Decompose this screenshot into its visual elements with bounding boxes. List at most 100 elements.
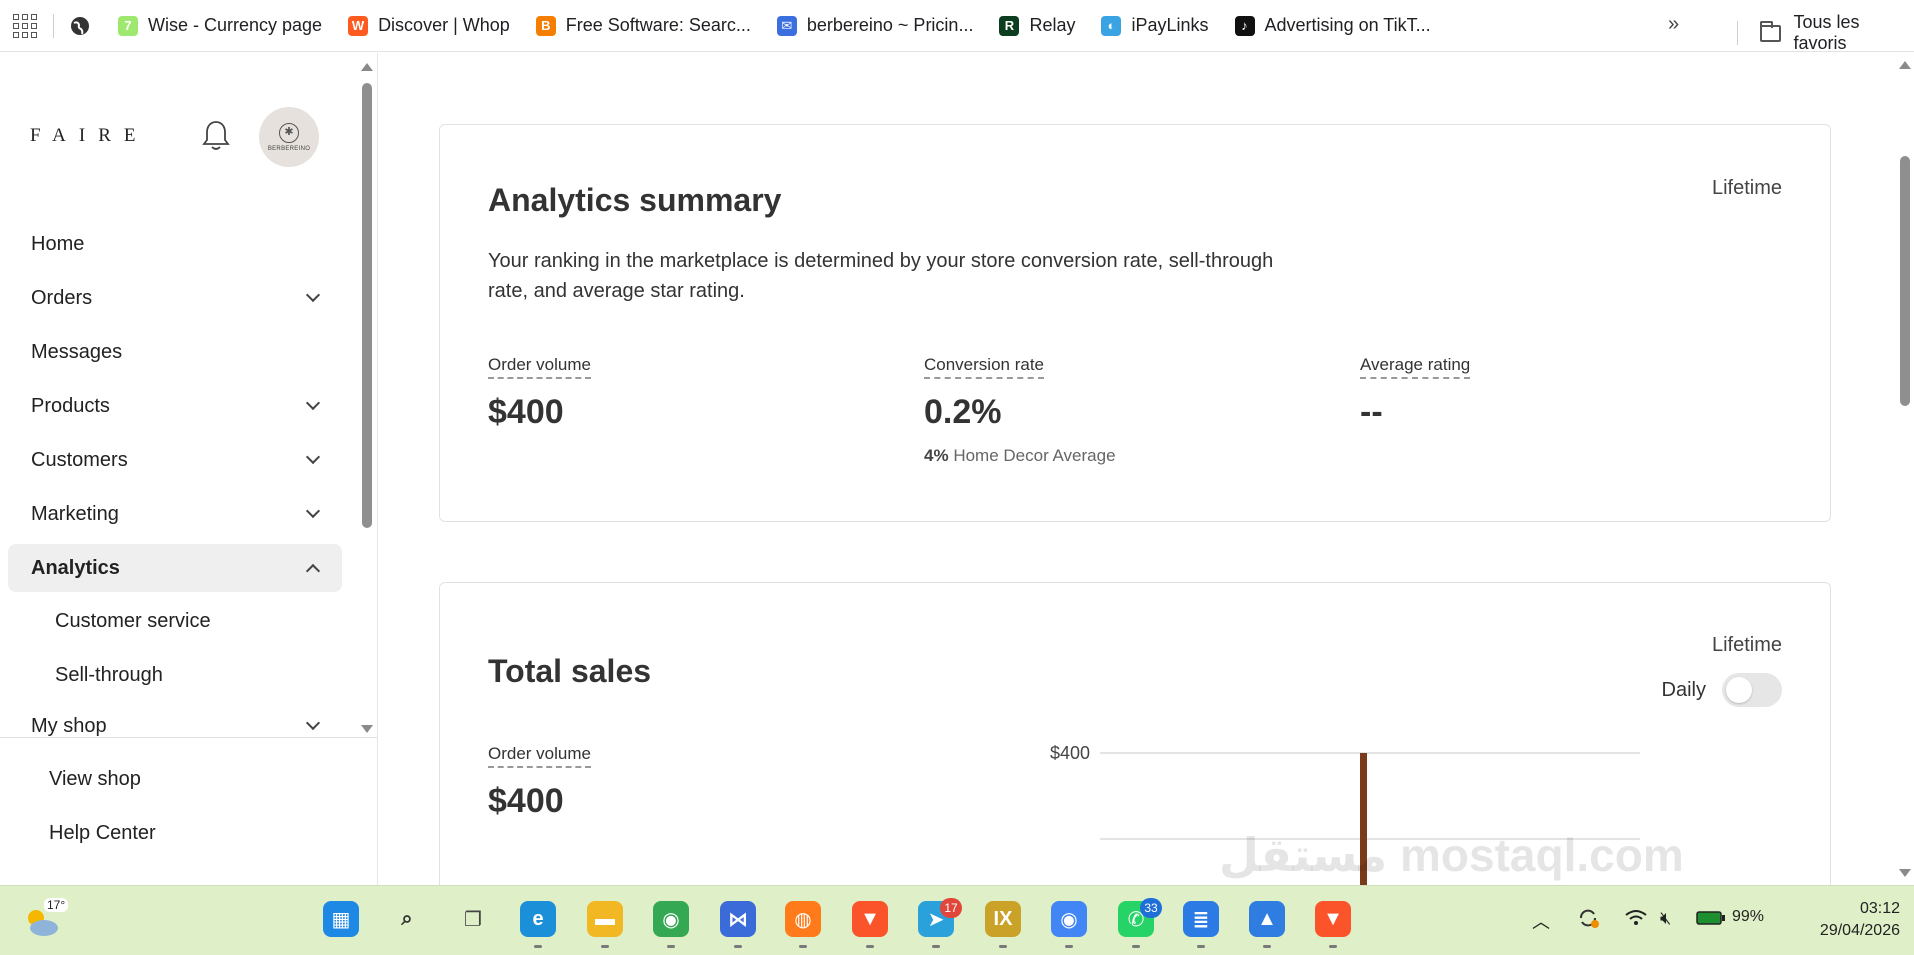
view-shop-link[interactable]: View shop [49,768,141,791]
sidebar-item-label: My shop [31,714,107,737]
all-bookmarks-button[interactable]: Tous les favoris [1737,12,1914,54]
running-indicator [734,945,742,948]
bookmark-label: Discover | Whop [378,15,510,35]
comparison-value: 4% [924,446,949,465]
sidebar-item-label: Home [31,232,85,255]
running-indicator [866,945,874,948]
task-view-icon[interactable]: ❐ [455,901,491,937]
sidebar-footer: View shop Help Center [0,737,378,888]
battery-icon[interactable] [1696,910,1726,926]
search-icon[interactable]: ⌕ [389,901,425,937]
avatar[interactable]: ✱ BERBEREINO [259,107,319,167]
bookmark-list: 7 Wise - Currency page W Discover | Whop B Fr… [118,15,1457,36]
bookmark-item[interactable]: 7 Wise - Currency page [118,15,322,36]
metric-comparison: 4% Home Decor Average [924,446,1344,466]
more-bookmarks-icon[interactable]: » [1668,13,1679,36]
running-indicator [1132,945,1140,948]
bookmark-item[interactable]: ◐ iPayLinks [1101,15,1209,36]
ix-browser-icon[interactable]: IX [985,901,1021,937]
sidebar-item-marketing[interactable]: Marketing [8,490,342,538]
main-scroll-thumb[interactable] [1900,156,1910,406]
running-indicator [1065,945,1073,948]
chrome-profile-icon[interactable]: ◉ [1051,901,1087,937]
chrome-icon[interactable]: ◉ [653,901,689,937]
brave-icon[interactable]: ▼ [852,901,888,937]
file-explorer-icon[interactable]: ▬ [587,901,623,937]
tiktok-icon: ♪ [1234,15,1255,36]
folder-icon [1759,20,1782,42]
sidebar-item-analytics[interactable]: Analytics [8,544,342,592]
bookmark-label: Wise - Currency page [148,15,323,35]
bookmark-label: iPayLinks [1131,15,1209,35]
chevron-down-icon [305,503,321,519]
sidebar-item-products[interactable]: Products [8,382,342,430]
mail-icon: ✉ [776,15,797,36]
bookmark-item[interactable]: R Relay [999,15,1075,36]
summary-description: Your ranking in the marketplace is deter… [488,250,1274,302]
sidebar-item-orders[interactable]: Orders [8,274,342,322]
sidebar-scrollbar[interactable] [359,53,375,733]
brave-alt-icon[interactable]: ▼ [1315,901,1351,937]
bookmark-item[interactable]: B Free Software: Searc... [535,15,751,36]
analytics-summary-card: Analytics summary Lifetime Your ranking … [439,124,1831,522]
sidebar-subitem-customer-service[interactable]: Customer service [55,610,211,633]
notification-bell-icon[interactable] [200,119,232,153]
faire-logo[interactable]: FAIRE [30,125,148,147]
clock-time: 03:12 [1859,900,1900,917]
chevron-up-icon [305,563,321,579]
scroll-up-arrow-icon[interactable] [361,63,373,71]
daily-toggle[interactable] [1722,673,1782,707]
blogger-icon: B [535,15,556,36]
running-indicator [667,945,675,948]
apps-grid-icon[interactable] [13,13,37,38]
metric-label[interactable]: Order volume [488,744,591,768]
sidebar-item-customers[interactable]: Customers [8,436,342,484]
sidebar-scroll-thumb[interactable] [362,83,372,528]
running-indicator [534,945,542,948]
help-center-link[interactable]: Help Center [49,822,156,845]
sidebar-item-label: Customers [31,448,128,471]
sync-icon[interactable] [1576,906,1600,930]
sidebar-item-label: Products [31,394,110,417]
metric-conversion-rate: Conversion rate 0.2% 4% Home Decor Avera… [924,355,1344,466]
bookmark-item[interactable]: ✉ berbereino ~ Pricin... [776,15,973,36]
metric-label[interactable]: Conversion rate [924,355,1045,379]
running-indicator [1197,945,1205,948]
firefox-icon[interactable]: ◍ [785,901,821,937]
visual-studio-icon[interactable]: ⋈ [720,901,756,937]
system-clock[interactable]: 03:12 29/04/2026 [1794,898,1900,942]
metric-label[interactable]: Average rating [1360,355,1471,379]
watermark: مستقل mostaql.com [1219,829,1684,881]
toggle-label: Daily [1661,678,1706,701]
windows-start-icon[interactable]: ▦ [323,901,359,937]
running-indicator [1263,945,1271,948]
bookmark-item[interactable]: ♪ Advertising on TikT... [1234,15,1431,36]
globe-icon[interactable] [70,16,90,36]
chevron-down-icon [305,715,321,731]
sidebar-item-label: Marketing [31,502,119,525]
scroll-down-arrow-icon[interactable] [361,725,373,733]
period-label: Lifetime [1711,634,1782,656]
edge-icon[interactable]: e [520,901,556,937]
notepad-icon[interactable]: ≣ [1183,901,1219,937]
main-scrollbar[interactable] [1896,53,1914,885]
running-indicator [799,945,807,948]
scroll-down-arrow-icon[interactable] [1899,869,1911,877]
wifi-icon[interactable] [1624,908,1648,928]
weather-widget[interactable]: 17° [22,898,69,942]
show-hidden-icons-icon[interactable]: ︿ [1532,908,1550,934]
sidebar-item-home[interactable]: Home [8,220,342,268]
all-bookmarks-label: Tous les favoris [1793,12,1860,53]
sidebar-subitem-sell-through[interactable]: Sell-through [55,664,163,687]
scroll-up-arrow-icon[interactable] [1899,61,1911,69]
sidebar-item-messages[interactable]: Messages [8,328,342,376]
sidebar-item-label: Orders [31,286,93,309]
volume-muted-icon[interactable]: 🔇︎ [1660,908,1671,929]
metric-label[interactable]: Order volume [488,355,591,379]
photos-icon[interactable]: ▲ [1249,901,1285,937]
bookmarks-divider [53,13,54,38]
bookmark-label: Advertising on TikT... [1264,15,1431,35]
bookmark-label: Free Software: Searc... [565,15,751,35]
bookmark-item[interactable]: W Discover | Whop [348,15,510,36]
y-tick-label: $400 [1050,743,1090,763]
